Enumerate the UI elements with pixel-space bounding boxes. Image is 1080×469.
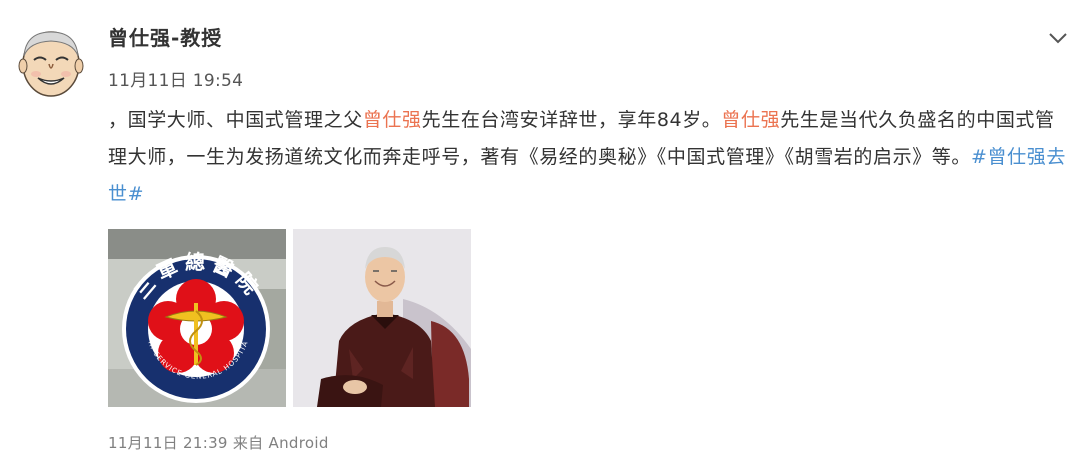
post-image-1[interactable]: 三軍總醫院 TRI-SERVICE GENERAL HOSPITAL: [108, 229, 286, 407]
post-body: ，国学大师、中国式管理之父曾仕强先生在台湾安详辞世，享年84岁。曾仕强先生是当代…: [108, 102, 1068, 213]
post-timestamp[interactable]: 11月11日 19:54: [108, 66, 243, 91]
footer-source-prefix: 来自: [232, 434, 264, 452]
avatar-icon: [18, 31, 84, 97]
post-image-2[interactable]: [293, 229, 471, 407]
hospital-logo-photo: 三軍總醫院 TRI-SERVICE GENERAL HOSPITAL: [108, 229, 286, 407]
post-footer: 11月11日 21:39 来自 Android: [108, 432, 329, 453]
body-text-segment: 先生在台湾安详辞世，享年84岁。: [421, 109, 722, 131]
mention-link[interactable]: 曾仕强: [363, 109, 422, 131]
body-text-segment: ，国学大师、中国式管理之父: [108, 109, 363, 131]
author-name[interactable]: 曾仕强-教授: [108, 22, 222, 51]
chevron-down-icon: [1049, 33, 1067, 44]
footer-source[interactable]: Android: [269, 434, 329, 452]
avatar[interactable]: [18, 24, 84, 104]
portrait-photo: [293, 229, 471, 407]
footer-timestamp[interactable]: 11月11日 21:39: [108, 434, 228, 452]
more-options-button[interactable]: [1045, 28, 1071, 48]
mention-link[interactable]: 曾仕强: [721, 109, 780, 131]
